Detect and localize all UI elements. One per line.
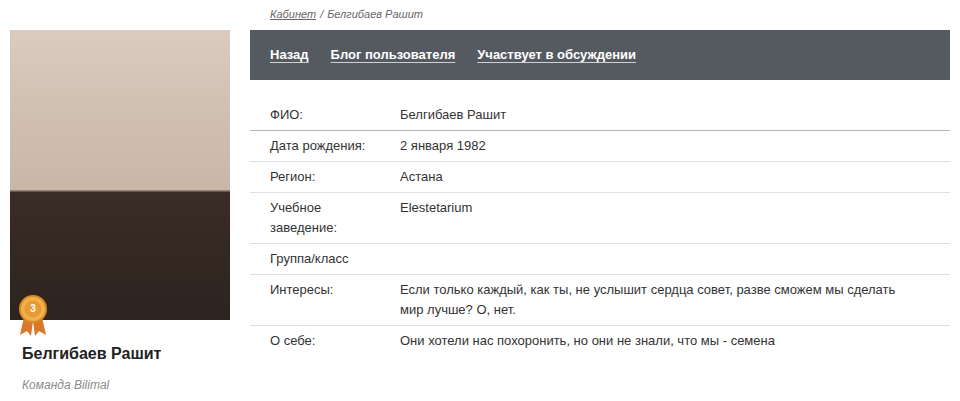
user-name: Белгибаев Рашит	[10, 344, 250, 364]
nav-link[interactable]: Назад	[270, 47, 309, 63]
profile-details: Кабинет/Белгибаев РашитНазадБлог пользов…	[250, 0, 950, 401]
field-value: Астана	[400, 167, 950, 187]
field-value: Белгибаев Рашит	[400, 105, 950, 125]
breadcrumb: Кабинет/Белгибаев Рашит	[250, 0, 950, 30]
field-row: Регион:Астана	[250, 162, 950, 193]
field-row: Группа/класс	[250, 244, 950, 275]
medal-icon: 3	[18, 295, 48, 337]
field-row: ФИО:Белгибаев Рашит	[250, 100, 950, 131]
nav-link[interactable]: Блог пользователя	[331, 47, 456, 63]
nav-link[interactable]: Участвует в обсуждении	[477, 47, 636, 63]
field-value	[400, 249, 950, 269]
field-value: Если только каждый, как ты, не услышит с…	[400, 280, 950, 320]
field-row: Дата рождения:2 января 1982	[250, 131, 950, 162]
field-label: ФИО:	[250, 105, 400, 125]
field-label: О себе:	[250, 331, 400, 351]
breadcrumb-item: Белгибаев Рашит	[327, 6, 423, 30]
nav-bar: Назад Блог пользователя Участвует в обсужд…	[250, 30, 950, 80]
field-row: Интересы:Если только каждый, как ты, не …	[250, 275, 950, 326]
user-photo: 3	[10, 30, 230, 320]
breadcrumb-separator: /	[320, 6, 323, 30]
field-label: Группа/класс	[250, 249, 400, 269]
profile-table: ФИО:Белгибаев РашитДата рождения:2 январ…	[250, 100, 950, 356]
field-row: О себе:Они хотели нас похоронить, но они…	[250, 326, 950, 356]
profile-card: 3 Белгибаев Рашит Команда Bilimal	[0, 0, 250, 401]
field-label: Учебное заведение:	[250, 198, 400, 238]
field-value: 2 января 1982	[400, 136, 950, 156]
breadcrumb-item[interactable]: Кабинет	[270, 6, 316, 30]
medal-level: 3	[18, 301, 48, 317]
user-team: Команда Bilimal	[10, 377, 250, 393]
field-label: Интересы:	[250, 280, 400, 320]
field-value: Они хотели нас похоронить, но они не зна…	[400, 331, 950, 351]
field-row: Учебное заведение:Elestetarium	[250, 193, 950, 244]
field-label: Регион:	[250, 167, 400, 187]
field-value: Elestetarium	[400, 198, 950, 238]
field-label: Дата рождения:	[250, 136, 400, 156]
